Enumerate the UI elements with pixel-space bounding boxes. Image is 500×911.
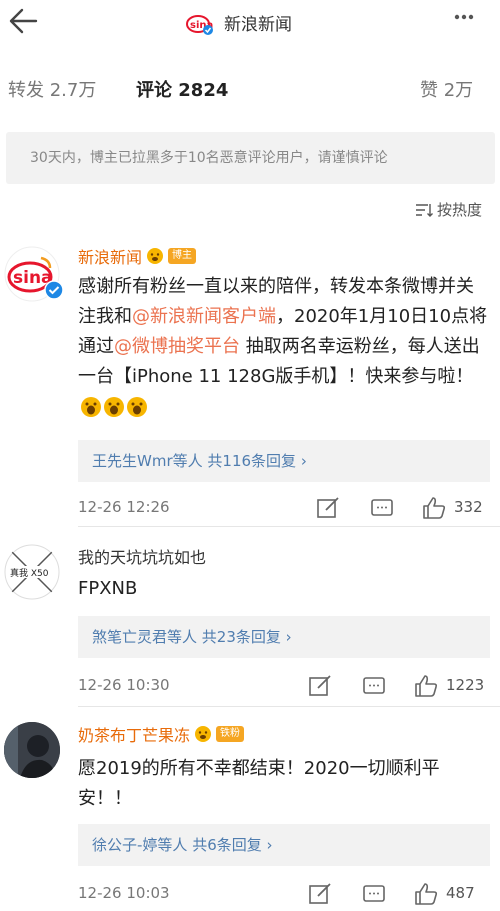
replies-who: 王先生Wmr等人 <box>92 452 203 470</box>
header-title-group: sina 新浪新闻 <box>186 8 292 36</box>
comment-icon[interactable] <box>368 494 396 522</box>
commenter-name[interactable]: 新浪新闻 <box>78 244 142 268</box>
like-icon[interactable] <box>420 494 448 522</box>
vip-face-icon <box>147 248 164 264</box>
like-icon[interactable] <box>412 672 440 700</box>
tab-comments-count: 2824 <box>178 80 229 101</box>
replies-count: 共6条回复 <box>192 836 262 854</box>
replies-count: 共23条回复 <box>201 628 281 646</box>
tab-likes-count: 2万 <box>443 80 474 101</box>
replies-summary[interactable]: 王先生Wmr等人 共116条回复 › <box>78 440 490 482</box>
chevron-right-icon: › <box>300 452 307 470</box>
comment-meta: 12-26 10:03 487 <box>78 880 490 908</box>
comment-header: 我的天坑坑坑如也 <box>78 544 206 568</box>
comment-text: 感谢所有粉丝一直以来的陪伴，转发本条微博并关注我和@新浪新闻客户端，2020年1… <box>78 272 488 422</box>
tab-comments-label: 评论 <box>136 80 172 101</box>
tab-likes-label: 赞 <box>420 80 438 101</box>
verified-icon <box>44 280 64 300</box>
fan-badge: 铁粉 <box>216 726 245 742</box>
repost-icon[interactable] <box>306 672 334 700</box>
top-bar: sina 新浪新闻 <box>0 0 500 44</box>
comment-icon[interactable] <box>360 880 388 908</box>
replies-who: 煞笔亡灵君等人 <box>92 628 198 646</box>
avatar[interactable]: 真我 X50 <box>4 544 60 600</box>
comment-notice: 30天内，博主已拉黑多于10名恶意评论用户，请谨慎评论 <box>6 132 495 184</box>
vip-face-icon <box>195 726 212 742</box>
replies-who: 徐公子-婷等人 <box>92 836 188 854</box>
divider <box>78 706 500 707</box>
replies-count: 共116条回复 <box>207 452 297 470</box>
comment-header: 奶茶布丁芒果冻 铁粉 <box>78 722 245 746</box>
comment-icon[interactable] <box>360 672 388 700</box>
avatar[interactable] <box>4 722 60 778</box>
tab-repost[interactable]: 转发 2.7万 <box>8 76 96 102</box>
comment-time: 12-26 12:26 <box>78 498 170 516</box>
tab-likes[interactable]: 赞 2万 <box>420 76 473 102</box>
emoji-icon <box>81 397 101 417</box>
repost-icon[interactable] <box>306 880 334 908</box>
tab-repost-label: 转发 <box>8 80 44 101</box>
sort-label: 按热度 <box>436 201 482 219</box>
sort-icon <box>415 203 433 217</box>
comment-meta: 12-26 12:26 332 <box>78 494 490 522</box>
page-title: 新浪新闻 <box>224 14 292 35</box>
emoji-group <box>80 396 149 418</box>
commenter-name[interactable]: 奶茶布丁芒果冻 <box>78 722 190 746</box>
replies-summary[interactable]: 徐公子-婷等人 共6条回复 › <box>78 824 490 866</box>
like-count: 332 <box>454 498 483 516</box>
comment-text: FPXNB <box>78 578 138 599</box>
avatar-text: 真我 X50 <box>10 567 49 579</box>
comment-time: 12-26 10:30 <box>78 676 170 694</box>
comment-time: 12-26 10:03 <box>78 884 170 902</box>
back-arrow-icon[interactable] <box>6 4 40 38</box>
blogger-badge: 博主 <box>168 248 197 264</box>
tab-bar: 转发 2.7万 评论 2824 赞 2万 <box>0 62 500 112</box>
sort-button[interactable]: 按热度 <box>415 199 482 220</box>
more-dots-icon[interactable] <box>454 14 474 20</box>
mention-link[interactable]: @新浪新闻客户端 <box>132 306 276 327</box>
sina-logo-icon: sina <box>186 9 214 35</box>
like-count: 487 <box>446 884 475 902</box>
like-count: 1223 <box>446 676 485 694</box>
repost-icon[interactable] <box>314 494 342 522</box>
emoji-icon <box>104 397 124 417</box>
replies-summary[interactable]: 煞笔亡灵君等人 共23条回复 › <box>78 616 490 658</box>
like-icon[interactable] <box>412 880 440 908</box>
comment-text: 愿2019的所有不幸都结束！2020一切顺利平安！！ <box>78 758 440 809</box>
commenter-name[interactable]: 我的天坑坑坑如也 <box>78 544 206 568</box>
chevron-right-icon: › <box>266 836 273 854</box>
divider <box>78 526 500 527</box>
mention-link[interactable]: @微博抽奖平台 <box>114 336 240 357</box>
comment-header: 新浪新闻 博主 <box>78 244 197 268</box>
tab-comments[interactable]: 评论 2824 <box>136 76 228 102</box>
chevron-right-icon: › <box>285 628 292 646</box>
tab-repost-count: 2.7万 <box>49 80 97 101</box>
comment-meta: 12-26 10:30 1223 <box>78 672 490 700</box>
emoji-icon <box>127 397 147 417</box>
